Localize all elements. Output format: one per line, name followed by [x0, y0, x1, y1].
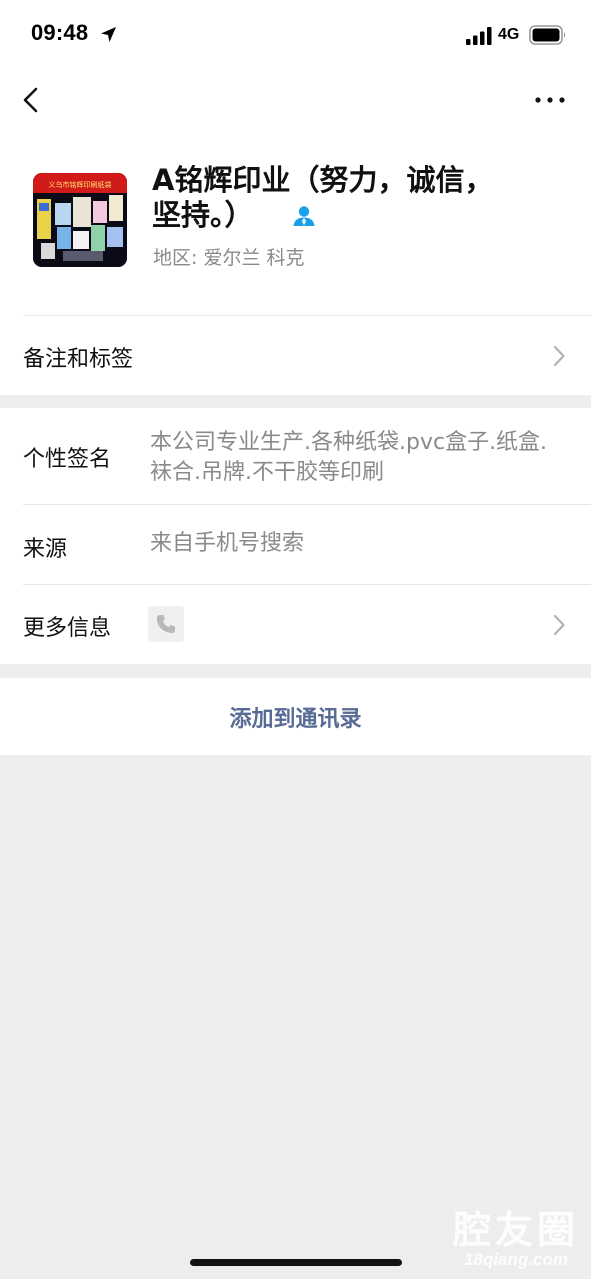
- more-info-label: 更多信息: [23, 616, 112, 641]
- home-indicator[interactable]: [190, 1259, 402, 1266]
- watermark: 腔友圈 18qiang.com: [452, 1210, 580, 1270]
- region-value: 爱尔兰 科克: [203, 247, 305, 269]
- more-info-row[interactable]: 更多信息: [0, 585, 591, 664]
- contact-person-badge-icon: [293, 206, 315, 226]
- watermark-logo: 腔友圈: [452, 1208, 579, 1252]
- region-row: 地区: 爱尔兰 科克: [153, 243, 305, 270]
- avatar-image: 义乌市铭辉印刷纸袋: [33, 173, 127, 267]
- source-value: 来自手机号搜索: [150, 531, 305, 556]
- phone-icon: [156, 615, 175, 633]
- add-to-contacts-button[interactable]: 添加到通讯录: [0, 678, 591, 755]
- remarks-and-tags-row[interactable]: 备注和标签: [0, 316, 591, 395]
- signature-value: 本公司专业生产.各种纸袋.pvc盒子.纸盒.袜合.吊牌.不干胶等印刷: [150, 430, 548, 485]
- avatar[interactable]: 义乌市铭辉印刷纸袋: [33, 173, 127, 267]
- back-chevron-icon[interactable]: [20, 86, 44, 114]
- chevron-right-icon: [553, 614, 565, 636]
- signature-label: 个性签名: [23, 447, 112, 472]
- status-time: 09:48: [31, 20, 89, 45]
- add-contact-section: 添加到通讯录: [0, 678, 591, 755]
- battery-icon: [529, 25, 566, 45]
- more-options-icon[interactable]: [533, 88, 567, 112]
- chevron-right-icon: [553, 345, 565, 367]
- network-type: 4G: [498, 26, 520, 43]
- watermark-url: 18qiang.com: [464, 1250, 568, 1269]
- divider: [23, 504, 591, 505]
- remarks-and-tags-label: 备注和标签: [23, 347, 134, 372]
- avatar-banner-text: 义乌市铭辉印刷纸袋: [49, 180, 112, 189]
- location-arrow-icon: [101, 27, 116, 42]
- region-label: 地区:: [153, 247, 198, 269]
- contact-name: A铭辉印业（努力，诚信，坚持。）: [152, 163, 494, 232]
- profile-header: 09:48 4G 义乌市铭辉印刷纸袋 A铭辉印业（努力，诚信，坚持。） 地区: …: [0, 0, 591, 395]
- signal-icon: [466, 27, 492, 45]
- source-label: 来源: [23, 537, 68, 562]
- phone-icon-box: [148, 606, 184, 642]
- info-section: 个性签名 本公司专业生产.各种纸袋.pvc盒子.纸盒.袜合.吊牌.不干胶等印刷 …: [0, 408, 591, 664]
